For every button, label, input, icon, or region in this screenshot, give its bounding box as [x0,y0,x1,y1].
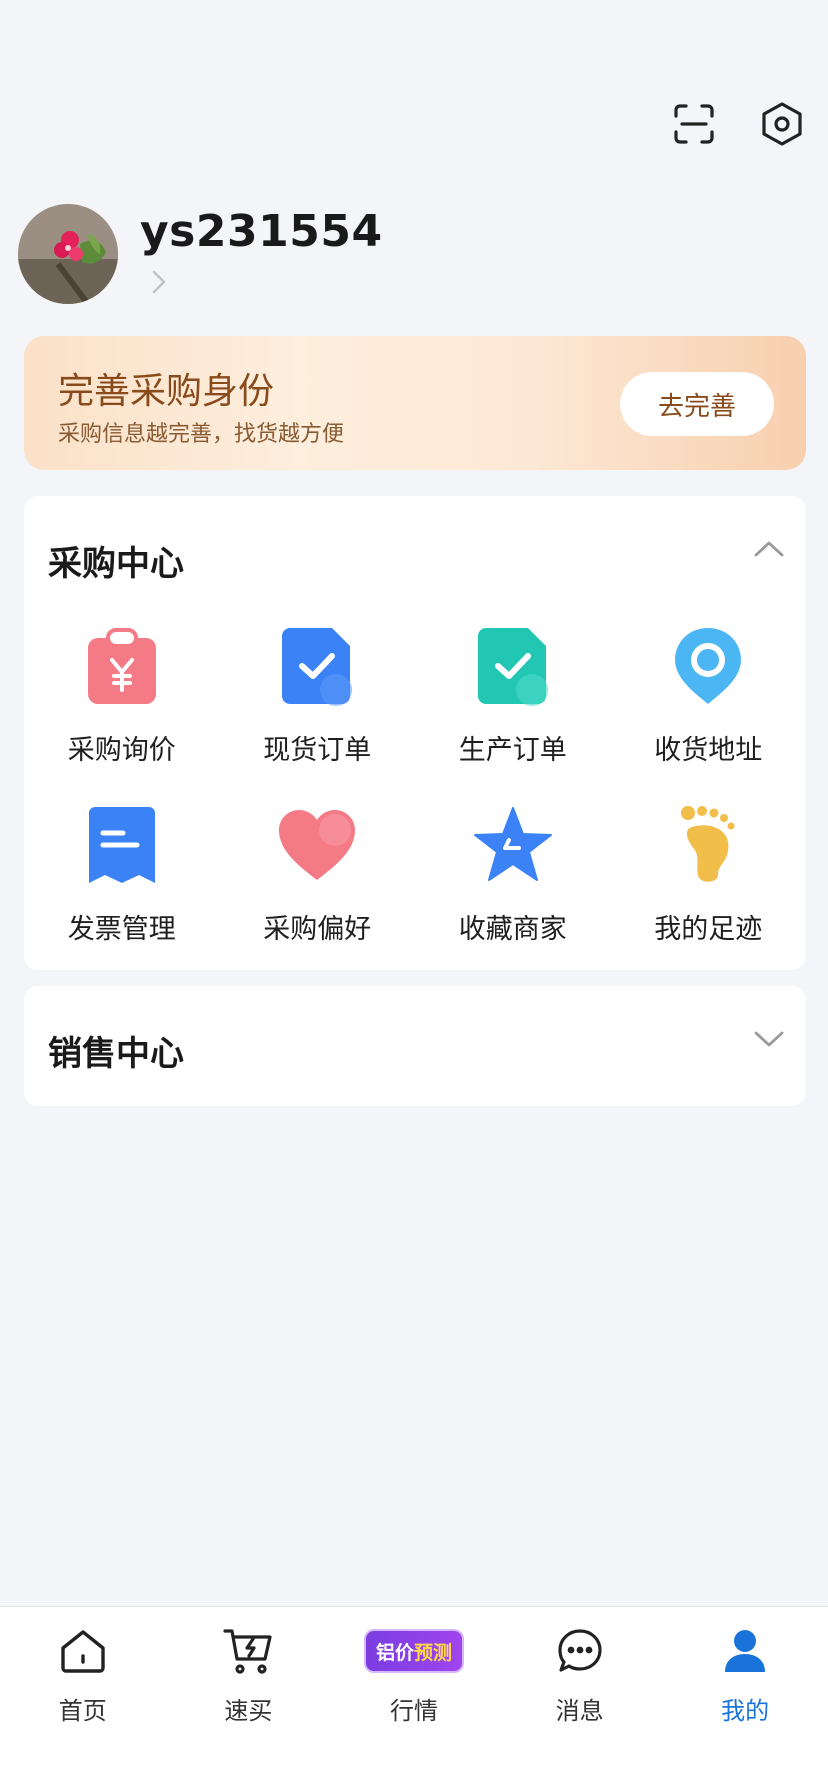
sales-center-header[interactable]: 销售中心 [24,986,806,1106]
scan-icon[interactable] [670,100,718,148]
profile-section[interactable]: ys231554 [18,204,383,304]
purchase-center-header[interactable]: 采购中心 [24,496,806,616]
badge-text-right: 预测 [413,1641,452,1664]
tab-label: 行情 [389,1697,438,1725]
grid-item-invoice[interactable]: 发票管理 [24,805,220,946]
grid-item-spot-order[interactable]: 现货订单 [220,626,416,767]
tab-market[interactable]: 铝价 预测 行情 [344,1625,484,1792]
chevron-right-icon[interactable] [148,268,383,300]
tab-label: 消息 [555,1697,604,1725]
tab-home[interactable]: 首页 [13,1625,153,1792]
location-pin-icon [668,626,748,706]
home-icon [59,1625,107,1677]
sales-center-card: 销售中心 [24,986,806,1106]
grid-item-label: 采购偏好 [263,914,372,945]
tab-label: 首页 [58,1697,107,1725]
chevron-up-icon[interactable] [752,538,786,564]
grid-item-label: 收藏商家 [458,914,567,945]
username: ys231554 [140,206,383,257]
purchase-center-card: 采购中心 采购询价 现货订单 生产订单 收货地址 发票管理 采购偏好 收藏商家 … [24,496,806,970]
cart-icon [223,1625,273,1677]
grid-item-footprint[interactable]: 我的足迹 [611,805,807,946]
banner-title: 完善采购身份 [58,371,275,412]
purchase-center-title: 采购中心 [48,544,184,584]
sales-center-title: 销售中心 [48,1034,184,1074]
tab-label: 速买 [224,1697,273,1725]
avatar[interactable] [18,204,118,304]
grid-item-label: 采购询价 [67,735,176,766]
settings-icon[interactable] [758,100,806,148]
heart-icon [277,805,357,885]
invoice-icon [82,805,162,885]
chevron-down-icon[interactable] [752,1028,786,1054]
spot-order-icon [277,626,357,706]
production-order-icon [473,626,553,706]
price-forecast-badge: 铝价 预测 [363,1629,464,1673]
tab-mine[interactable]: 我的 [675,1625,815,1792]
grid-item-label: 收货地址 [654,735,763,766]
footprint-icon [668,805,748,885]
grid-item-production-order[interactable]: 生产订单 [415,626,611,767]
badge-text-left: 铝价 [375,1641,414,1664]
tab-quick-buy[interactable]: 速买 [178,1625,318,1792]
bottom-tab-bar: 首页 速买 铝价 预测 行情 消息 我的 [0,1606,828,1792]
grid-item-label: 现货订单 [263,735,372,766]
tab-messages[interactable]: 消息 [510,1625,650,1792]
grid-item-inquiry[interactable]: 采购询价 [24,626,220,767]
inquiry-clipboard-icon [82,626,162,706]
user-icon [723,1625,767,1677]
grid-item-preference[interactable]: 采购偏好 [220,805,416,946]
complete-identity-banner[interactable]: 完善采购身份 采购信息越完善，找货越方便 去完善 [24,336,806,470]
banner-subtitle: 采购信息越完善，找货越方便 [58,422,345,447]
grid-item-label: 生产订单 [458,735,567,766]
grid-item-label: 发票管理 [67,914,176,945]
grid-item-favorite-merchants[interactable]: 收藏商家 [415,805,611,946]
grid-item-label: 我的足迹 [654,914,763,945]
top-actions [670,100,806,148]
chat-icon [557,1625,603,1677]
grid-item-address[interactable]: 收货地址 [611,626,807,767]
complete-button[interactable]: 去完善 [620,372,774,436]
purchase-grid: 采购询价 现货订单 生产订单 收货地址 发票管理 采购偏好 收藏商家 我的足迹 [24,626,806,946]
tab-label: 我的 [721,1697,770,1725]
star-icon [473,805,553,885]
